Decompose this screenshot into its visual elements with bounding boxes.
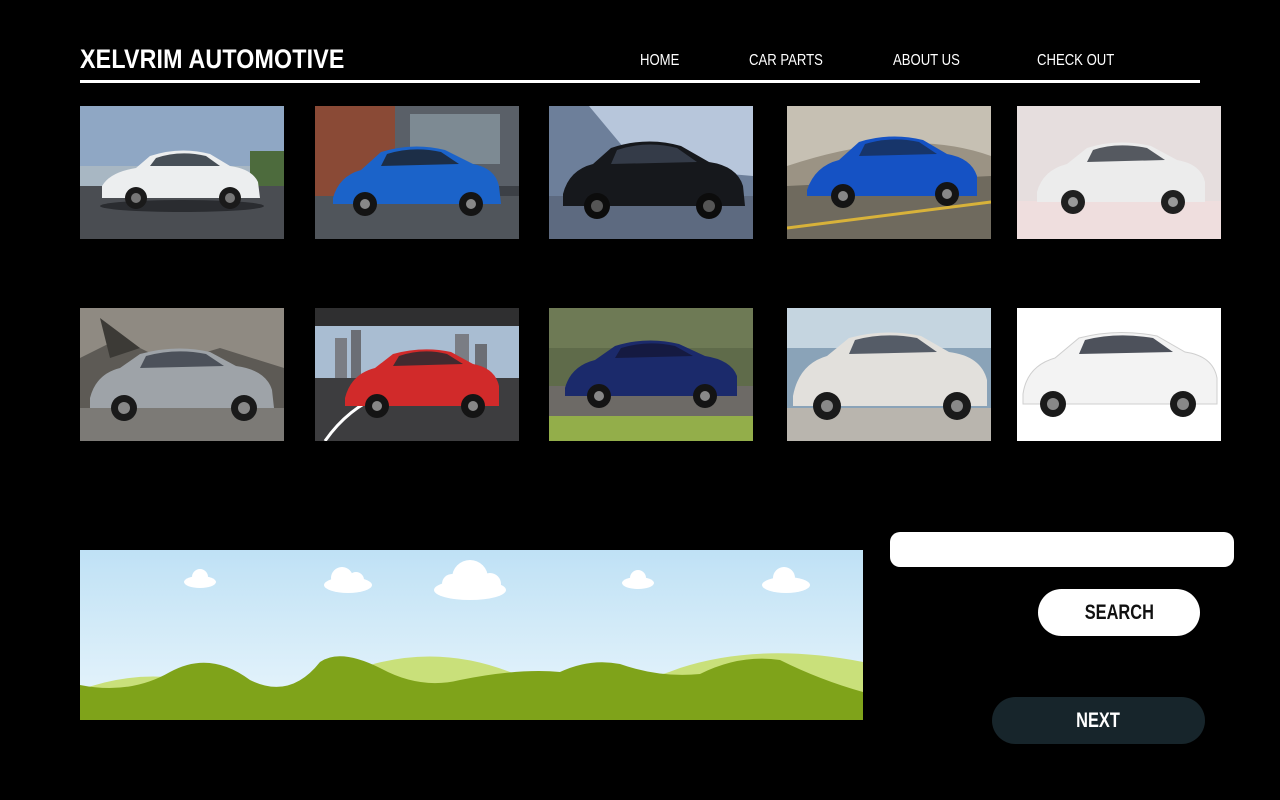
nav-car-parts[interactable]: CAR PARTS [749,52,823,70]
landscape-banner [80,550,863,720]
search-input[interactable] [890,532,1234,567]
brand-title: XELVRIM AUTOMOTIVE [80,44,345,74]
car-photo-8[interactable] [549,308,753,441]
nav-check-out[interactable]: CHECK OUT [1037,52,1114,70]
car-photo-7[interactable] [315,308,519,441]
next-button[interactable]: NEXT [992,697,1205,744]
car-photo-10[interactable] [1017,308,1221,441]
car-photo-4[interactable] [787,106,991,239]
header-divider [80,80,1200,83]
car-photo-2[interactable] [315,106,519,239]
car-photo-1[interactable] [80,106,284,239]
car-photo-5[interactable] [1017,106,1221,239]
car-photo-9[interactable] [787,308,991,441]
nav-about-us[interactable]: ABOUT US [893,52,960,70]
car-photo-6[interactable] [80,308,284,441]
next-button-label: NEXT [1076,708,1121,732]
search-button-label: SEARCH [1084,600,1154,624]
car-photo-3[interactable] [549,106,753,239]
nav-home[interactable]: HOME [640,52,679,70]
search-button[interactable]: SEARCH [1038,589,1200,636]
